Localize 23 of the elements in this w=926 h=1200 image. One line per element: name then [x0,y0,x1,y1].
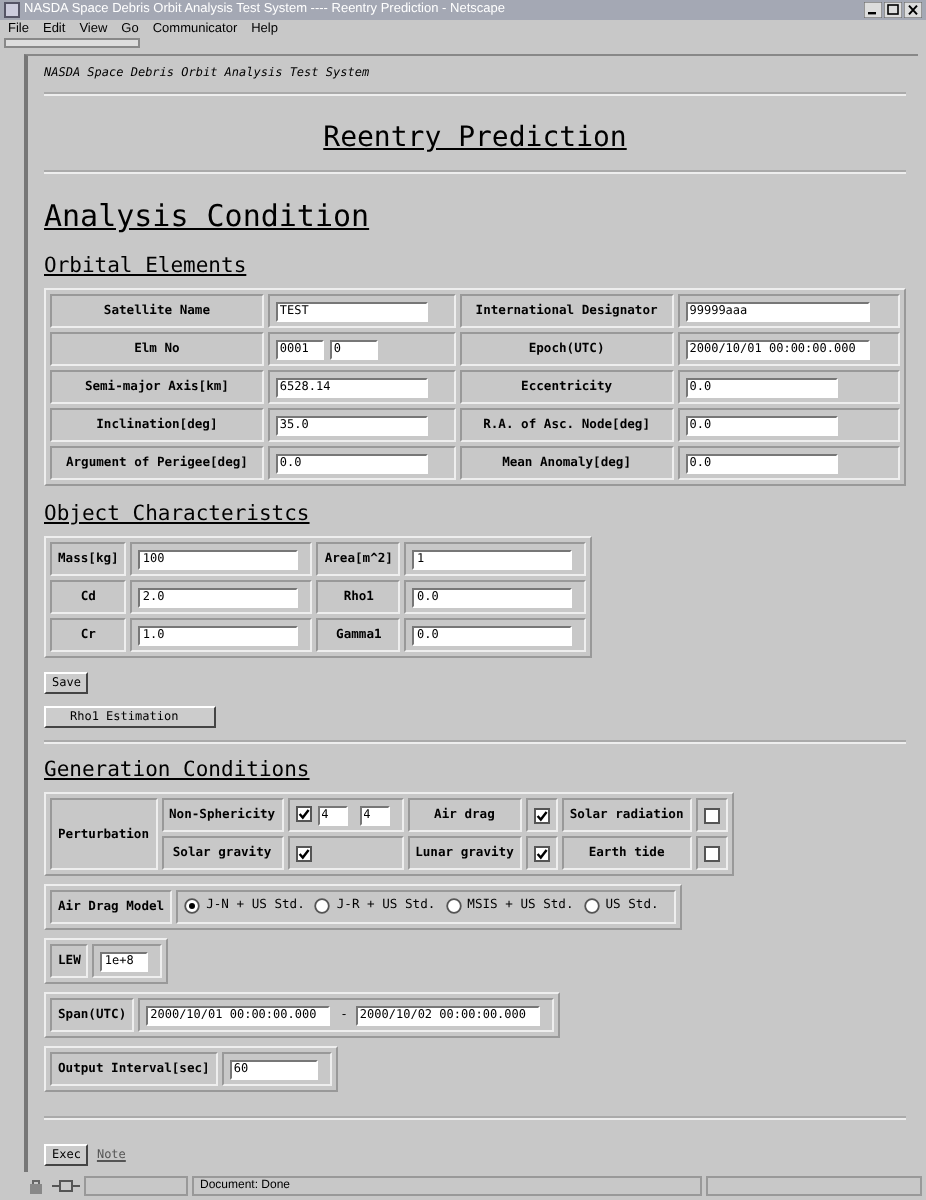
section-title: Analysis Condition [44,198,370,234]
app-icon [4,1,20,18]
checkbox[interactable] [533,845,550,861]
checkbox[interactable] [533,807,550,823]
checkbox[interactable] [703,807,720,823]
maximize-icon[interactable] [884,1,902,18]
minimize-icon[interactable] [864,1,882,18]
lock-icon [28,1178,48,1194]
radio-button[interactable] [583,897,600,913]
close-icon[interactable] [904,1,922,18]
radio-button[interactable] [314,897,331,913]
section-heading: Generation Conditions [44,758,310,782]
checkbox[interactable] [295,845,312,861]
collapsed-toolbar[interactable] [4,38,140,48]
progress-panel [84,1176,188,1196]
radio-button[interactable] [184,897,201,913]
section-heading: Object Characteristcs [44,502,310,526]
connection-icon [52,1178,80,1194]
page-title: Reentry Prediction [323,122,627,154]
checkbox[interactable] [703,845,720,861]
radio-button[interactable] [445,897,462,913]
checkbox[interactable] [295,806,312,823]
section-heading: Orbital Elements [44,254,247,278]
